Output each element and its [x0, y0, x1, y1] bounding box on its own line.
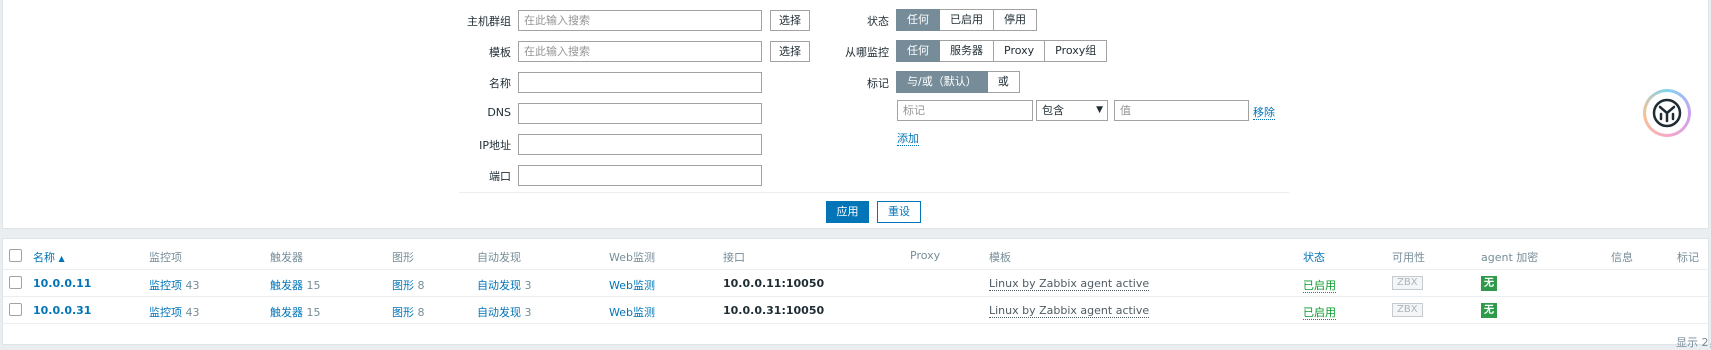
filter-panel: 主机群组 在此输入搜索 选择 模板 在此输入搜索 选择 名称 DNS IP地址 … [2, 0, 1709, 229]
monitored-by-option-proxy[interactable]: Proxy [994, 40, 1046, 62]
apply-button[interactable]: 应用 [826, 201, 869, 223]
template-input[interactable]: 在此输入搜索 [518, 41, 762, 62]
header-info: 信息 [1611, 251, 1633, 264]
monitored-by-label: 从哪监控 [845, 46, 889, 59]
encryption-badge: 无 [1481, 276, 1497, 291]
header-triggers: 触发器 [270, 251, 303, 264]
tag-operator-value: 包含 [1042, 104, 1064, 117]
ip-label: IP地址 [479, 139, 511, 152]
chevron-down-icon: ▼ [1096, 105, 1103, 115]
template-link[interactable]: Linux by Zabbix agent active [989, 277, 1150, 291]
host-group-input[interactable]: 在此输入搜索 [518, 10, 762, 31]
items-cell: 监控项 43 [149, 279, 200, 292]
host-group-label: 主机群组 [467, 15, 511, 28]
name-input[interactable] [518, 72, 762, 93]
port-label: 端口 [489, 170, 511, 183]
row-checkbox[interactable] [9, 276, 22, 289]
web-link[interactable]: Web监测 [609, 279, 655, 292]
tags-option-or[interactable]: 或 [987, 71, 1020, 93]
status-segmented: 任何 已启用 停用 [896, 9, 1037, 31]
header-items: 监控项 [149, 251, 182, 264]
monitored-by-segmented: 任何 服务器 Proxy Proxy组 [896, 40, 1108, 62]
header-name[interactable]: 名称 ▲ [33, 249, 65, 265]
port-input[interactable] [518, 165, 762, 186]
hosts-table: 名称 ▲ 监控项 触发器 图形 自动发现 Web监测 接口 Proxy 模板 状… [2, 238, 1710, 345]
header-proxy: Proxy [910, 249, 941, 262]
header-availability: 可用性 [1392, 251, 1425, 264]
discovery-link[interactable]: 自动发现 [477, 279, 521, 292]
row-checkbox[interactable] [9, 303, 22, 316]
availability-badge: ZBX [1392, 276, 1423, 290]
header-web: Web监测 [609, 251, 655, 264]
tags-evaltype-segmented: 与/或（默认） 或 [896, 71, 1020, 93]
header-tags: 标记 [1677, 251, 1699, 264]
items-link[interactable]: 监控项 [149, 279, 182, 292]
header-templates: 模板 [989, 251, 1011, 264]
discovery-cell: 自动发现 3 [477, 279, 532, 292]
interface-value: 10.0.0.31:10050 [723, 304, 825, 317]
host-name-link[interactable]: 10.0.0.31 [33, 304, 91, 317]
header-discovery: 自动发现 [477, 251, 521, 264]
tag-name-input[interactable]: 标记 [897, 100, 1033, 121]
table-footer-stats: 显示 2，共找 [1676, 336, 1711, 349]
header-graphs: 图形 [392, 251, 414, 264]
discovery-cell: 自动发现 3 [477, 306, 532, 319]
tags-label: 标记 [867, 77, 889, 90]
ip-input[interactable] [518, 134, 762, 155]
row-divider [3, 323, 1710, 324]
status-label: 状态 [867, 15, 889, 28]
tags-option-and-or[interactable]: 与/或（默认） [896, 71, 988, 93]
monitored-by-option-any[interactable]: 任何 [896, 40, 940, 62]
triggers-link[interactable]: 触发器 [270, 279, 303, 292]
sort-asc-icon: ▲ [58, 254, 65, 263]
items-cell: 监控项 43 [149, 306, 200, 319]
host-name-link[interactable]: 10.0.0.11 [33, 277, 91, 290]
triggers-link[interactable]: 触发器 [270, 306, 303, 319]
dns-label: DNS [487, 106, 511, 119]
monitored-by-option-proxy-group[interactable]: Proxy组 [1045, 40, 1108, 62]
tag-value-input[interactable]: 值 [1114, 100, 1249, 121]
status-option-any[interactable]: 任何 [896, 9, 940, 31]
select-all-checkbox[interactable] [9, 249, 22, 262]
status-toggle-link[interactable]: 已启用 [1303, 306, 1336, 320]
availability-badge: ZBX [1392, 303, 1423, 317]
encryption-badge: 无 [1481, 303, 1497, 318]
interface-value: 10.0.0.11:10050 [723, 277, 825, 290]
tag-add-link[interactable]: 添加 [897, 132, 919, 146]
dns-input[interactable] [518, 103, 762, 124]
web-link[interactable]: Web监测 [609, 306, 655, 319]
header-encryption: agent 加密 [1481, 251, 1539, 264]
header-interface: 接口 [723, 251, 745, 264]
graphs-link[interactable]: 图形 [392, 306, 414, 319]
graphs-cell: 图形 8 [392, 306, 425, 319]
graphs-cell: 图形 8 [392, 279, 425, 292]
status-option-enabled[interactable]: 已启用 [940, 9, 994, 31]
filter-divider [459, 192, 1289, 193]
row-divider [3, 296, 1710, 297]
status-toggle-link[interactable]: 已启用 [1303, 279, 1336, 293]
graphs-link[interactable]: 图形 [392, 279, 414, 292]
monitored-by-option-server[interactable]: 服务器 [940, 40, 994, 62]
tag-remove-link[interactable]: 移除 [1253, 106, 1275, 120]
template-link[interactable]: Linux by Zabbix agent active [989, 304, 1150, 318]
logo-glyph-icon [1652, 98, 1682, 128]
template-label: 模板 [489, 46, 511, 59]
discovery-link[interactable]: 自动发现 [477, 306, 521, 319]
triggers-cell: 触发器 15 [270, 306, 321, 319]
status-option-disabled[interactable]: 停用 [994, 9, 1037, 31]
tag-operator-select[interactable]: 包含 ▼ [1036, 100, 1108, 121]
header-divider [3, 269, 1710, 270]
items-link[interactable]: 监控项 [149, 306, 182, 319]
header-status[interactable]: 状态 [1303, 249, 1325, 265]
reset-button[interactable]: 重设 [877, 201, 921, 223]
name-label: 名称 [489, 77, 511, 90]
triggers-cell: 触发器 15 [270, 279, 321, 292]
assistant-logo-icon[interactable] [1643, 89, 1691, 137]
